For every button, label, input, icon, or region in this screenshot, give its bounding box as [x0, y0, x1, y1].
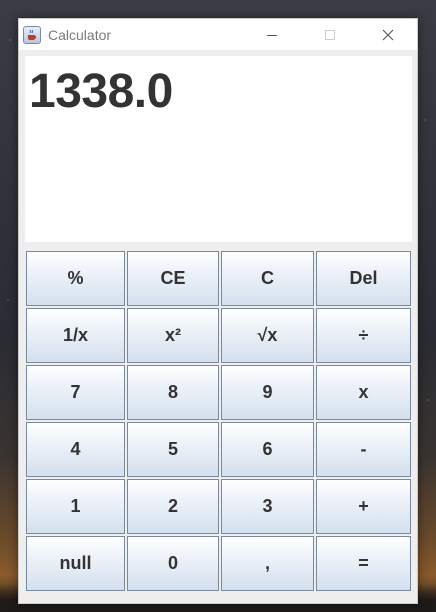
multiply-button[interactable]: x — [316, 365, 411, 420]
percent-button[interactable]: % — [26, 251, 125, 306]
equals-button[interactable]: = — [316, 536, 411, 591]
digit-4-button[interactable]: 4 — [26, 422, 125, 477]
add-button[interactable]: + — [316, 479, 411, 534]
clear-entry-button[interactable]: CE — [127, 251, 219, 306]
minimize-icon[interactable] — [243, 19, 301, 50]
digit-7-button[interactable]: 7 — [26, 365, 125, 420]
digit-6-button[interactable]: 6 — [221, 422, 314, 477]
result-display: 1338.0 — [25, 56, 412, 242]
digit-3-button[interactable]: 3 — [221, 479, 314, 534]
display-value: 1338.0 — [29, 65, 173, 118]
digit-0-button[interactable]: 0 — [127, 536, 219, 591]
digit-5-button[interactable]: 5 — [127, 422, 219, 477]
digit-9-button[interactable]: 9 — [221, 365, 314, 420]
clear-button[interactable]: C — [221, 251, 314, 306]
sqrt-button[interactable]: √x — [221, 308, 314, 363]
java-cup-icon — [23, 25, 41, 44]
subtract-button[interactable]: - — [316, 422, 411, 477]
window-controls — [243, 19, 417, 50]
calculator-window: Calculator 1338.0 % CE C Del 1/x x² √x ÷… — [18, 18, 418, 604]
null-button[interactable]: null — [26, 536, 125, 591]
reciprocal-button[interactable]: 1/x — [26, 308, 125, 363]
maximize-icon[interactable] — [301, 19, 359, 50]
digit-8-button[interactable]: 8 — [127, 365, 219, 420]
title-bar[interactable]: Calculator — [19, 19, 417, 50]
window-title: Calculator — [48, 26, 112, 43]
close-icon[interactable] — [359, 19, 417, 50]
delete-button[interactable]: Del — [316, 251, 411, 306]
square-button[interactable]: x² — [127, 308, 219, 363]
digit-1-button[interactable]: 1 — [26, 479, 125, 534]
decimal-separator-button[interactable]: , — [221, 536, 314, 591]
divide-button[interactable]: ÷ — [316, 308, 411, 363]
keypad: % CE C Del 1/x x² √x ÷ 7 8 9 x 4 5 6 - 1… — [26, 251, 412, 593]
digit-2-button[interactable]: 2 — [127, 479, 219, 534]
